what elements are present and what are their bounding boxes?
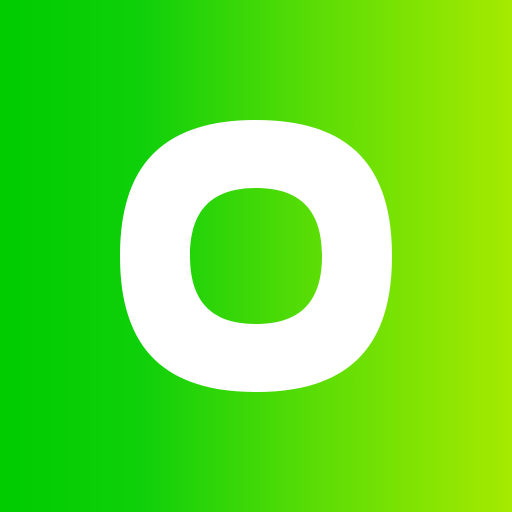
ring-outer-shape xyxy=(120,120,392,392)
ring-logo-icon xyxy=(120,120,392,392)
ring-logo-svg xyxy=(120,120,392,392)
app-icon-tile xyxy=(0,0,512,512)
